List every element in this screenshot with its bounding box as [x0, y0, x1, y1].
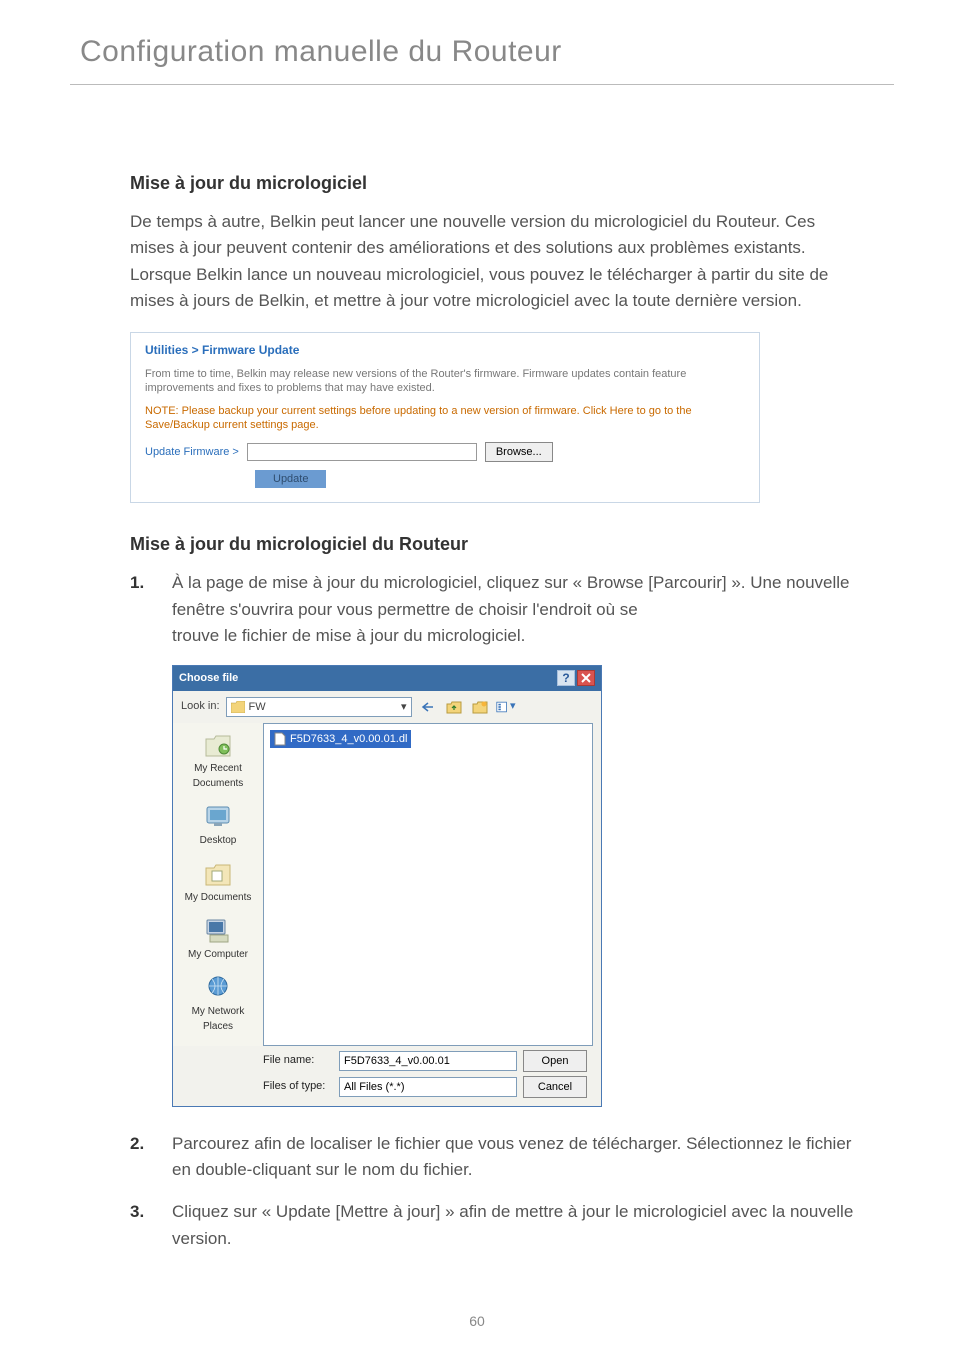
- desktop-icon: [202, 803, 234, 831]
- filename-label: File name:: [263, 1052, 333, 1069]
- back-icon[interactable]: [418, 698, 438, 716]
- fw-update-row: Update Firmware > Browse...: [145, 442, 745, 462]
- fw-panel-desc: From time to time, Belkin may release ne…: [145, 367, 745, 396]
- browse-button[interactable]: Browse...: [485, 442, 553, 462]
- step-text: Cliquez sur « Update [Mettre à jour] » a…: [172, 1199, 859, 1252]
- sidebar-item-mynet[interactable]: My Network Places: [177, 972, 259, 1040]
- filename-input[interactable]: [339, 1051, 517, 1071]
- list-item: 2. Parcourez afin de localiser le fichie…: [130, 1131, 859, 1184]
- mydocs-icon: [202, 860, 234, 888]
- lookin-value: FW: [249, 699, 266, 716]
- sidebar-item-label: My Network Places: [192, 1006, 245, 1032]
- recent-icon: [202, 731, 234, 759]
- page-title: Configuration manuelle du Routeur: [0, 0, 954, 84]
- sidebar-item-label: Desktop: [200, 835, 237, 846]
- fw-panel-note: NOTE: Please backup your current setting…: [145, 404, 745, 433]
- steps-list-cont: 2. Parcourez afin de localiser le fichie…: [130, 1131, 859, 1252]
- up-folder-icon[interactable]: [444, 698, 464, 716]
- open-button[interactable]: Open: [523, 1050, 587, 1072]
- selected-file-name: F5D7633_4_v0.00.01.dl: [290, 731, 407, 748]
- firmware-update-panel: Utilities > Firmware Update From time to…: [130, 332, 760, 503]
- page-number: 60: [0, 1313, 954, 1329]
- list-item: 1. À la page de mise à jour du micrologi…: [130, 570, 859, 649]
- lookin-label: Look in:: [181, 698, 220, 715]
- fw-update-label: Update Firmware >: [145, 445, 239, 459]
- sidebar-item-label: My Documents: [185, 892, 252, 903]
- dialog-bottom: File name: Open Files of type: Cancel: [173, 1046, 601, 1106]
- step-number: 1.: [130, 570, 150, 649]
- step-number: 2.: [130, 1131, 150, 1184]
- dialog-sidebar: My Recent Documents Desktop My Documents: [173, 723, 263, 1046]
- step1-line1: À la page de mise à jour du micrologicie…: [172, 573, 850, 618]
- file-icon: [274, 732, 286, 746]
- dialog-titlebar: Choose file ?: [173, 666, 601, 691]
- sidebar-item-desktop[interactable]: Desktop: [177, 801, 259, 854]
- main-content: Mise à jour du micrologiciel De temps à …: [0, 85, 954, 1252]
- dialog-toolbar: Look in: FW ▾ ▾: [173, 691, 601, 723]
- step-text: À la page de mise à jour du micrologicie…: [172, 570, 859, 649]
- fw-file-input[interactable]: [247, 443, 477, 461]
- step-text: Parcourez afin de localiser le fichier q…: [172, 1131, 859, 1184]
- step-number: 3.: [130, 1199, 150, 1252]
- file-list-area[interactable]: F5D7633_4_v0.00.01.dl: [263, 723, 593, 1046]
- close-icon[interactable]: [577, 670, 595, 686]
- chevron-down-icon: ▾: [401, 699, 407, 716]
- step1-line2: trouve le fichier de mise à jour du micr…: [172, 626, 525, 645]
- sidebar-item-label: My Computer: [188, 949, 248, 960]
- section-heading-firmware: Mise à jour du micrologiciel: [130, 170, 859, 197]
- update-button[interactable]: Update: [255, 470, 326, 488]
- section1-body: De temps à autre, Belkin peut lancer une…: [130, 209, 859, 314]
- list-item: 3. Cliquez sur « Update [Mettre à jour] …: [130, 1199, 859, 1252]
- choose-file-dialog: Choose file ? Look in: FW ▾: [172, 665, 602, 1107]
- fw-panel-title: Utilities > Firmware Update: [145, 343, 745, 359]
- filetype-select[interactable]: [339, 1077, 517, 1097]
- sidebar-item-label: My Recent Documents: [193, 763, 244, 789]
- help-icon[interactable]: ?: [557, 670, 575, 686]
- cancel-button[interactable]: Cancel: [523, 1076, 587, 1098]
- mycomp-icon: [202, 917, 234, 945]
- selected-file-item[interactable]: F5D7633_4_v0.00.01.dl: [270, 730, 411, 749]
- sidebar-item-mycomp[interactable]: My Computer: [177, 915, 259, 968]
- new-folder-icon[interactable]: [470, 698, 490, 716]
- dialog-title: Choose file: [179, 670, 238, 687]
- dialog-body: My Recent Documents Desktop My Documents: [173, 723, 601, 1046]
- folder-icon: [231, 701, 245, 713]
- steps-list: 1. À la page de mise à jour du micrologi…: [130, 570, 859, 649]
- lookin-select[interactable]: FW ▾: [226, 697, 412, 717]
- section-heading-router-fw: Mise à jour du micrologiciel du Routeur: [130, 531, 859, 558]
- sidebar-item-mydocs[interactable]: My Documents: [177, 858, 259, 911]
- mynet-icon: [202, 974, 234, 1002]
- dialog-titlebar-buttons: ?: [557, 670, 595, 686]
- sidebar-item-recent[interactable]: My Recent Documents: [177, 729, 259, 797]
- view-menu-icon[interactable]: ▾: [496, 698, 516, 716]
- filetype-label: Files of type:: [263, 1078, 333, 1095]
